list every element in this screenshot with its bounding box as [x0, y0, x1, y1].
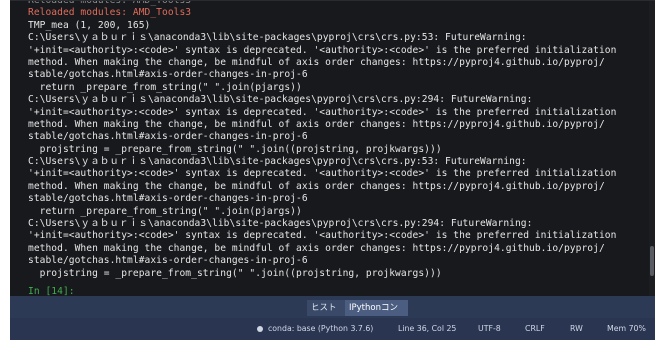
ide-window: Reloaded modules: AMD_Tools3 Reloaded mod… — [0, 0, 663, 340]
console-line: '+init=<authority>:<code>' syntax is dep… — [28, 168, 617, 180]
console-line: '+init=<authority>:<code>' syntax is dep… — [28, 230, 617, 242]
console-line: Reloaded modules: AMD_Tools3 — [28, 7, 192, 19]
console-line: return _prepare_from_string(" ".join(pja… — [28, 205, 302, 217]
console-line: C:\Users\ｙａｂｕｒｉｓ\anaconda3\lib\site-pack… — [28, 94, 533, 106]
pane-tab-bar: ヒストリ IPythonコンソール — [10, 296, 655, 329]
console-scrollbar[interactable] — [649, 1, 655, 296]
status-encoding: UTF-8 — [478, 324, 501, 333]
console-line: method. When making the change, be mindf… — [28, 180, 605, 192]
console-line: method. When making the change, be mindf… — [28, 118, 605, 130]
console-line: '+init=<authority>:<code>' syntax is dep… — [28, 106, 617, 118]
console-line: projstring = _prepare_from_string(" ".jo… — [28, 267, 442, 279]
console-line: stable/gotchas.html#axis-order-changes-i… — [28, 69, 308, 81]
tab-ipython-console[interactable]: IPythonコンソール — [345, 300, 408, 329]
console-line: C:\Users\ｙａｂｕｒｉｓ\anaconda3\lib\site-pack… — [28, 218, 533, 230]
status-permissions: RW — [570, 324, 583, 333]
conda-env-icon — [257, 326, 263, 332]
status-conda-env: conda: base (Python 3.7.6) — [268, 324, 374, 333]
console-line: stable/gotchas.html#axis-order-changes-i… — [28, 255, 308, 267]
status-cursor-position: Line 36, Col 25 — [398, 324, 457, 333]
console-line: return _prepare_from_string(" ".join(pja… — [28, 81, 302, 93]
console-line: stable/gotchas.html#axis-order-changes-i… — [28, 193, 308, 205]
console-line: Reloaded modules: AMD_Tools3 — [28, 0, 192, 6]
tab-history[interactable]: ヒストリ — [307, 300, 345, 329]
console-line: '+init=<authority>:<code>' syntax is dep… — [28, 44, 617, 56]
console-line: C:\Users\ｙａｂｕｒｉｓ\anaconda3\lib\site-pack… — [28, 156, 527, 168]
console-line: stable/gotchas.html#axis-order-changes-i… — [28, 131, 308, 143]
status-bar: conda: base (Python 3.7.6) Line 36, Col … — [10, 318, 655, 340]
status-memory: Mem 70% — [607, 324, 646, 333]
ipython-console-output[interactable]: Reloaded modules: AMD_Tools3 Reloaded mod… — [10, 0, 655, 296]
console-line: method. When making the change, be mindf… — [28, 242, 605, 254]
console-line: C:\Users\ｙａｂｕｒｉｓ\anaconda3\lib\site-pack… — [28, 32, 527, 44]
console-scrollbar-thumb[interactable] — [650, 246, 654, 276]
status-eol: CRLF — [525, 324, 545, 333]
console-prompt: In [14]: — [28, 285, 75, 296]
console-line: projstring = _prepare_from_string(" ".jo… — [28, 143, 442, 155]
console-line: method. When making the change, be mindf… — [28, 56, 605, 68]
console-line: TMP_mea (1, 200, 165) — [28, 19, 151, 31]
